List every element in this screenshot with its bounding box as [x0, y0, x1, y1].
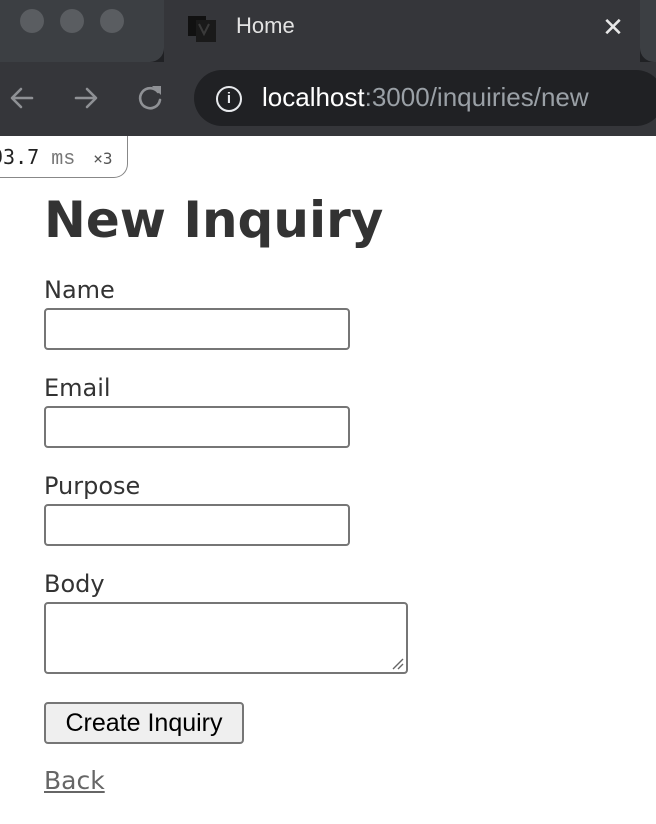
- name-label: Name: [44, 276, 115, 304]
- page-title: New Inquiry: [44, 191, 384, 249]
- close-icon[interactable]: ✕: [598, 12, 628, 42]
- create-inquiry-button[interactable]: Create Inquiry: [44, 702, 244, 744]
- browser-toolbar: i localhost:3000/inquiries/new: [0, 62, 656, 136]
- resize-grip-icon[interactable]: [390, 656, 404, 670]
- email-input[interactable]: [44, 406, 350, 448]
- profiler-unit: ms: [51, 148, 76, 171]
- browser-titlebar: Home ✕: [0, 0, 656, 62]
- tab-strip-edge: [640, 0, 656, 62]
- url-host: localhost: [262, 82, 365, 112]
- browser-tab[interactable]: Home ✕: [164, 0, 640, 62]
- url-path: :3000/inquiries/new: [364, 82, 589, 112]
- arrow-left-icon[interactable]: [4, 80, 40, 116]
- page-viewport: 93.7 ms ×3 New Inquiry Name Email Purpos…: [0, 136, 656, 824]
- tab-title: Home: [236, 13, 295, 38]
- purpose-input[interactable]: [44, 504, 350, 546]
- body-label: Body: [44, 570, 105, 598]
- minimize-window-button[interactable]: [60, 9, 84, 33]
- info-icon[interactable]: i: [216, 86, 242, 112]
- url-text[interactable]: localhost:3000/inquiries/new: [262, 82, 589, 113]
- reload-icon[interactable]: [132, 80, 168, 116]
- address-bar[interactable]: i localhost:3000/inquiries/new: [194, 70, 656, 126]
- close-window-button[interactable]: [20, 9, 44, 33]
- maximize-window-button[interactable]: [100, 9, 124, 33]
- purpose-label: Purpose: [44, 472, 141, 500]
- arrow-right-icon[interactable]: [68, 80, 104, 116]
- email-label: Email: [44, 374, 111, 402]
- name-input[interactable]: [44, 308, 350, 350]
- profiler-count: ×3: [93, 149, 113, 168]
- window-controls-area: [0, 0, 164, 62]
- lm-logo-icon: [188, 16, 216, 42]
- back-link[interactable]: Back: [44, 766, 105, 795]
- profiler-time: 93.7: [0, 145, 40, 169]
- profiler-badge[interactable]: 93.7 ms ×3: [0, 136, 128, 178]
- body-textarea[interactable]: [44, 602, 408, 674]
